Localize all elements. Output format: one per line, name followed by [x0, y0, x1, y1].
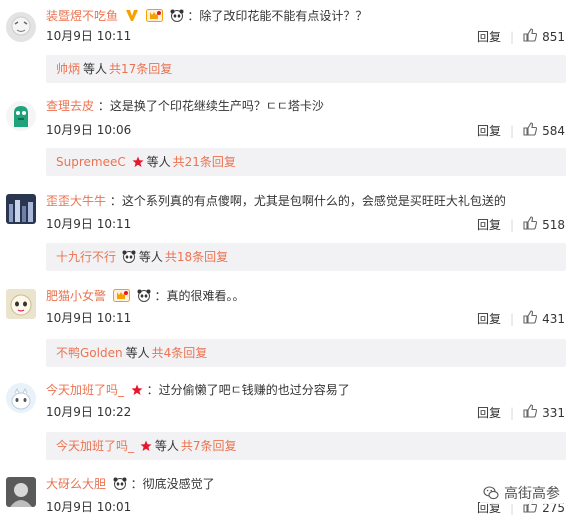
divider: | — [510, 124, 515, 138]
avatar[interactable] — [6, 289, 36, 319]
watermark-text: 高街高参 — [504, 486, 560, 502]
sub-reply-etc: 等人 — [154, 439, 179, 453]
comment-time: 10月9日 10:11 — [46, 217, 132, 231]
comment-time: 10月9日 10:22 — [46, 405, 132, 419]
thumbs-up-icon[interactable] — [523, 216, 538, 234]
divider: | — [510, 312, 515, 326]
divider: | — [510, 406, 515, 420]
reply-button[interactable]: 回复 — [477, 29, 501, 45]
sub-reply-etc: 等人 — [83, 62, 108, 76]
like-count[interactable]: 331 — [542, 405, 565, 421]
thumbs-up-icon[interactable] — [523, 310, 538, 328]
red-star-icon — [131, 384, 143, 400]
panda-icon — [170, 9, 184, 26]
thumbs-up-icon[interactable] — [523, 122, 538, 140]
sub-reply-total[interactable]: 共4条回复 — [152, 346, 208, 360]
username[interactable]: 歪歪大牛牛 — [46, 194, 106, 208]
comment-time: 10月9日 10:01 — [46, 500, 132, 514]
sub-reply-etc: 等人 — [125, 346, 150, 360]
sub-reply-user[interactable]: SupremeeC — [56, 155, 126, 169]
username[interactable]: 肥猫小女警 — [46, 289, 106, 303]
comment-text: ：真的很难看。。 — [154, 289, 245, 303]
reply-button[interactable]: 回复 — [477, 217, 501, 233]
avatar[interactable] — [6, 477, 36, 507]
fan-medal-icon — [145, 9, 163, 26]
comment-actions: 回复 | 331 — [477, 404, 565, 422]
comment-actions: 回复 | 851 — [477, 28, 565, 46]
sub-reply-total[interactable]: 共18条回复 — [165, 250, 228, 264]
comment-actions: 回复 | 584 — [477, 122, 565, 140]
sub-reply-user[interactable]: 不鸭Golden — [56, 346, 123, 360]
comment-text: ：这是换了个印花继续生产吗？ㄷㄷ塔卡沙 — [97, 99, 324, 113]
avatar[interactable] — [6, 12, 36, 42]
like-count[interactable]: 518 — [542, 217, 565, 233]
sub-reply-user[interactable]: 今天加班了吗_ — [56, 439, 134, 453]
comment-text: ：过分偷懒了吧ㄷ钱赚的也过分容易了 — [146, 383, 350, 397]
watermark: 高街高参 — [480, 482, 563, 504]
comment-actions: 回复 | 518 — [477, 216, 565, 234]
like-count[interactable]: 584 — [542, 123, 565, 139]
sub-replies-box[interactable]: 十九行不行 等人 共18条回复 — [46, 243, 566, 271]
username[interactable]: 查理去皮 — [46, 99, 94, 113]
comment-text: ：这个系列真的有点傻啊，尤其是包啊什么的，会感觉是买旺旺大礼包送的 — [109, 194, 506, 208]
comment-time: 10月9日 10:11 — [46, 29, 132, 43]
panda-icon — [122, 245, 136, 273]
panda-icon — [137, 289, 151, 306]
avatar[interactable] — [6, 194, 36, 224]
reply-button[interactable]: 回复 — [477, 405, 501, 421]
comment-time: 10月9日 10:11 — [46, 311, 132, 325]
red-star-icon — [140, 434, 152, 462]
sub-reply-total[interactable]: 共7条回复 — [181, 439, 237, 453]
like-count[interactable]: 431 — [542, 311, 565, 327]
avatar[interactable] — [6, 383, 36, 413]
vip-v-icon — [125, 9, 139, 26]
username[interactable]: 今天加班了吗_ — [46, 383, 124, 397]
sub-reply-etc: 等人 — [146, 155, 171, 169]
comment-actions: 回复 | 431 — [477, 310, 565, 328]
sub-reply-user[interactable]: 十九行不行 — [56, 250, 116, 264]
reply-button[interactable]: 回复 — [477, 311, 501, 327]
wechat-logo-icon — [483, 485, 499, 501]
comment-text: ：彻底没感觉了 — [130, 477, 215, 491]
sub-replies-box[interactable]: SupremeeC 等人 共21条回复 — [46, 148, 566, 176]
sub-reply-total[interactable]: 共17条回复 — [109, 62, 172, 76]
comment-time: 10月9日 10:06 — [46, 123, 132, 137]
divider: | — [510, 218, 515, 232]
divider: | — [510, 30, 515, 44]
red-star-icon — [132, 150, 144, 178]
sub-replies-box[interactable]: 不鸭Golden 等人 共4条回复 — [46, 339, 566, 367]
username[interactable]: 装暨煜不吃鱼 — [46, 9, 118, 23]
sub-reply-etc: 等人 — [138, 250, 163, 264]
sub-reply-user[interactable]: 帅炳 — [56, 62, 80, 76]
panda-icon — [113, 477, 127, 494]
thumbs-up-icon[interactable] — [523, 404, 538, 422]
like-count[interactable]: 851 — [542, 29, 565, 45]
comment-text: ：除了改印花能不能有点设计？？ — [187, 9, 368, 23]
sub-replies-box[interactable]: 帅炳 等人 共17条回复 — [46, 55, 566, 83]
sub-replies-box[interactable]: 今天加班了吗_ 等人 共7条回复 — [46, 432, 566, 460]
thumbs-up-icon[interactable] — [523, 28, 538, 46]
fan-medal-icon — [112, 289, 130, 306]
reply-button[interactable]: 回复 — [477, 123, 501, 139]
sub-reply-total[interactable]: 共21条回复 — [173, 155, 236, 169]
avatar[interactable] — [6, 101, 36, 131]
username[interactable]: 大砑么大胆 — [46, 477, 106, 491]
